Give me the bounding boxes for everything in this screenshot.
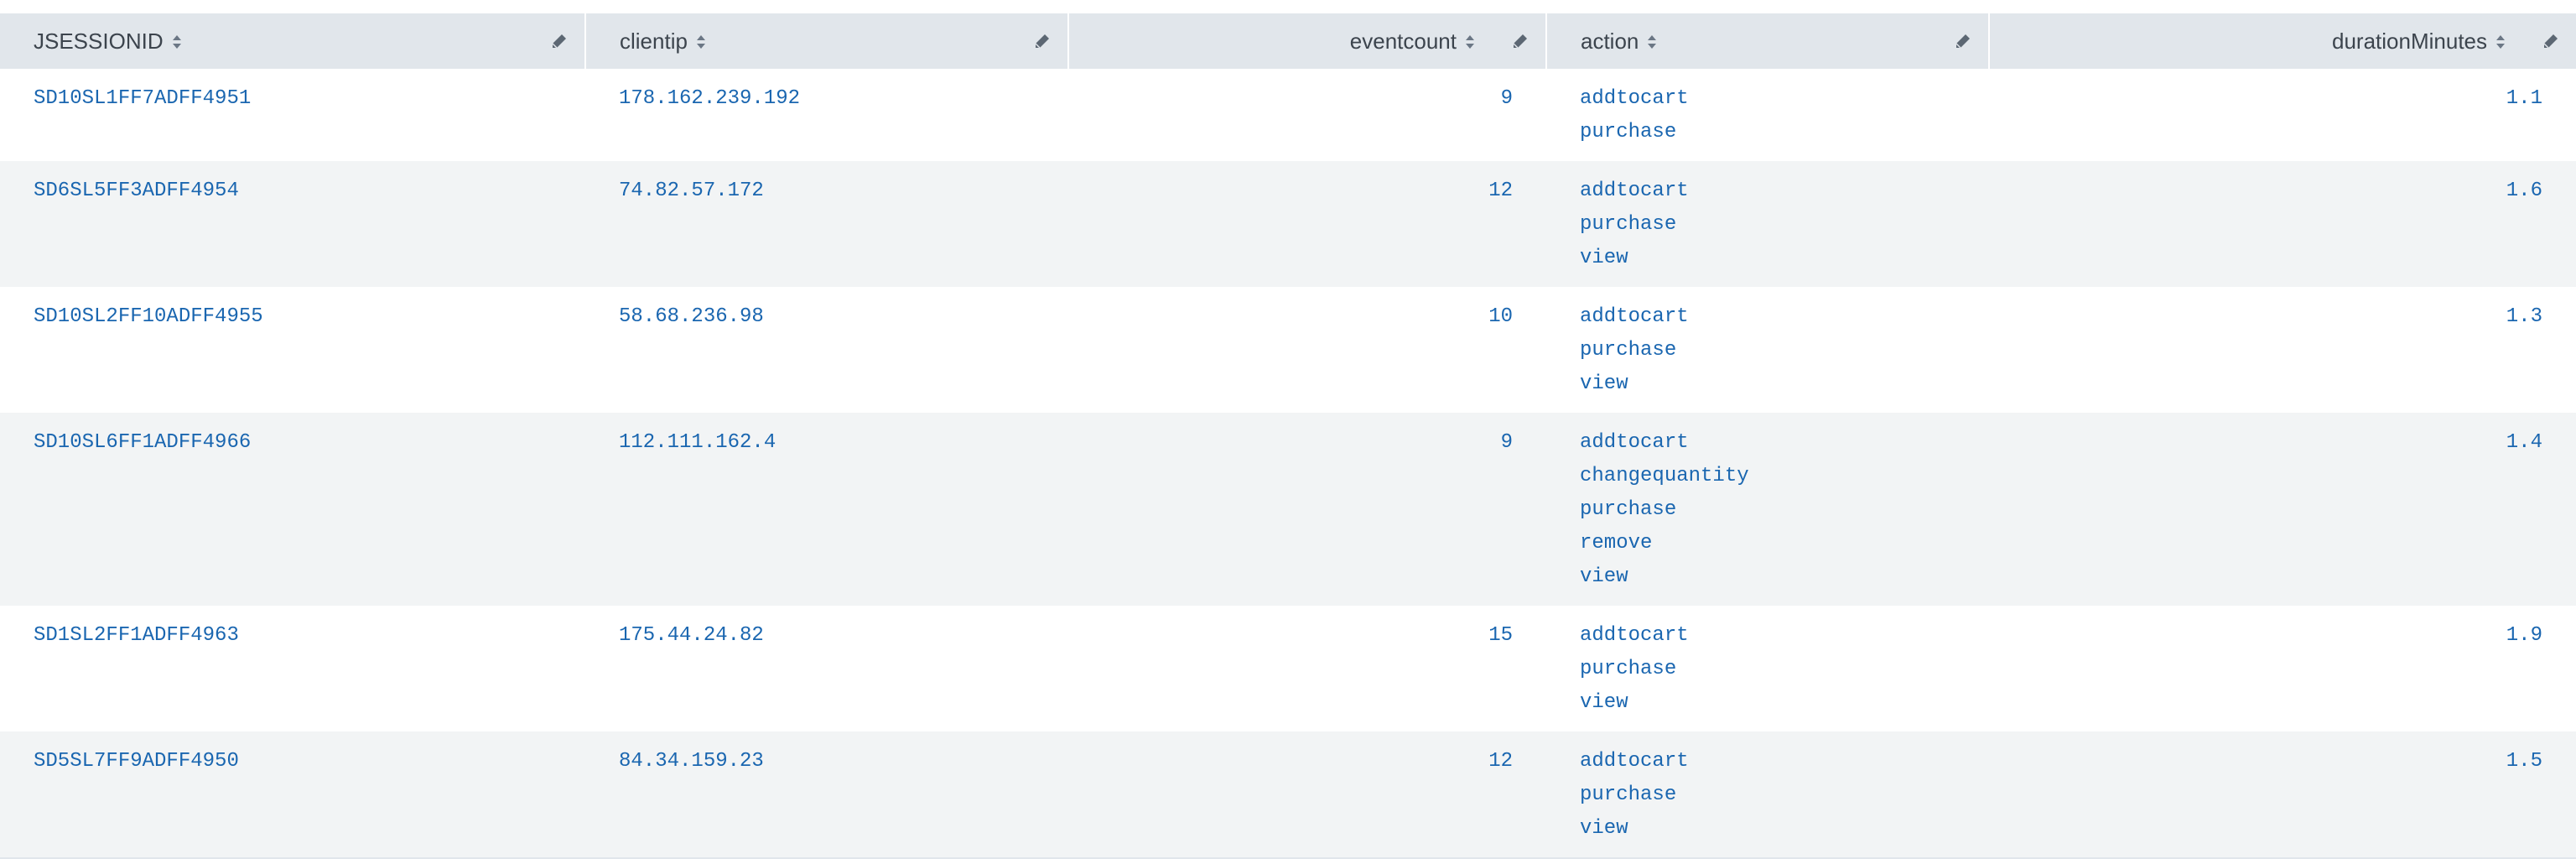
cell-eventcount[interactable]: 9 bbox=[1068, 413, 1546, 606]
pencil-edit-icon[interactable] bbox=[1510, 31, 1530, 51]
action-value[interactable]: addtocart bbox=[1580, 619, 1971, 653]
pencil-edit-icon[interactable] bbox=[1032, 31, 1052, 51]
cell-action[interactable]: addtocart purchase view bbox=[1546, 731, 1989, 858]
cell-clientip[interactable]: 58.68.236.98 bbox=[585, 287, 1068, 413]
sort-icon[interactable] bbox=[696, 34, 706, 50]
column-header-durationminutes[interactable]: durationMinutes bbox=[1989, 13, 2576, 69]
action-value[interactable]: remove bbox=[1580, 527, 1971, 560]
action-value[interactable]: purchase bbox=[1580, 208, 1971, 242]
cell-clientip[interactable]: 74.82.57.172 bbox=[585, 161, 1068, 287]
action-value[interactable]: view bbox=[1580, 367, 1971, 401]
action-value[interactable]: purchase bbox=[1580, 653, 1971, 686]
column-header-label[interactable]: action bbox=[1581, 29, 1639, 54]
cell-jsessionid[interactable]: SD5SL7FF9ADFF4950 bbox=[0, 731, 585, 858]
pencil-edit-icon[interactable] bbox=[2541, 31, 2561, 51]
cell-eventcount[interactable]: 12 bbox=[1068, 731, 1546, 858]
column-header-label[interactable]: durationMinutes bbox=[2332, 29, 2487, 54]
cell-duration-minutes[interactable]: 1.4 bbox=[1989, 413, 2576, 606]
cell-action[interactable]: addtocart purchase view bbox=[1546, 606, 1989, 731]
action-value[interactable]: view bbox=[1580, 560, 1971, 594]
results-table: JSESSIONID clientip eventcount action durati… bbox=[0, 13, 2576, 859]
cell-duration-minutes[interactable]: 1.5 bbox=[1989, 731, 2576, 858]
action-value[interactable]: view bbox=[1580, 812, 1971, 846]
cell-clientip[interactable]: 84.34.159.23 bbox=[585, 731, 1068, 858]
pencil-edit-icon[interactable] bbox=[549, 31, 569, 51]
action-value[interactable]: purchase bbox=[1580, 116, 1971, 149]
cell-jsessionid[interactable]: SD10SL1FF7ADFF4951 bbox=[0, 69, 585, 161]
action-value[interactable]: addtocart bbox=[1580, 426, 1971, 460]
table-header: JSESSIONID clientip eventcount action durati… bbox=[0, 13, 2576, 69]
table-row: SD1SL2FF1ADFF4963 175.44.24.82 15 addtocart… bbox=[0, 606, 2576, 731]
table-row: SD6SL5FF3ADFF4954 74.82.57.172 12 addtocart… bbox=[0, 161, 2576, 287]
sort-icon[interactable] bbox=[172, 34, 182, 50]
cell-eventcount[interactable]: 15 bbox=[1068, 606, 1546, 731]
column-header-label[interactable]: JSESSIONID bbox=[34, 29, 164, 54]
sort-icon[interactable] bbox=[1465, 34, 1475, 50]
table-row: SD10SL1FF7ADFF4951 178.162.239.192 9 addtoc… bbox=[0, 69, 2576, 161]
column-header-eventcount[interactable]: eventcount bbox=[1068, 13, 1547, 69]
cell-action[interactable]: addtocart purchase view bbox=[1546, 161, 1989, 287]
action-value[interactable]: purchase bbox=[1580, 778, 1971, 812]
cell-eventcount[interactable]: 10 bbox=[1068, 287, 1546, 413]
cell-jsessionid[interactable]: SD1SL2FF1ADFF4963 bbox=[0, 606, 585, 731]
sort-icon[interactable] bbox=[2496, 34, 2506, 50]
cell-eventcount[interactable]: 9 bbox=[1068, 69, 1546, 161]
cell-jsessionid[interactable]: SD10SL6FF1ADFF4966 bbox=[0, 413, 585, 606]
cell-clientip[interactable]: 178.162.239.192 bbox=[585, 69, 1068, 161]
pencil-edit-icon[interactable] bbox=[1953, 31, 1973, 51]
cell-duration-minutes[interactable]: 1.6 bbox=[1989, 161, 2576, 287]
cell-jsessionid[interactable]: SD10SL2FF10ADFF4955 bbox=[0, 287, 585, 413]
action-value[interactable]: addtocart bbox=[1580, 82, 1971, 116]
table-row: SD10SL6FF1ADFF4966 112.111.162.4 9 addtocar… bbox=[0, 413, 2576, 606]
action-value[interactable]: addtocart bbox=[1580, 745, 1971, 778]
table-row: SD10SL2FF10ADFF4955 58.68.236.98 10 addtoca… bbox=[0, 287, 2576, 413]
column-header-jsessionid[interactable]: JSESSIONID bbox=[0, 13, 586, 69]
cell-duration-minutes[interactable]: 1.1 bbox=[1989, 69, 2576, 161]
cell-action[interactable]: addtocart purchase view bbox=[1546, 287, 1989, 413]
action-value[interactable]: purchase bbox=[1580, 493, 1971, 527]
cell-duration-minutes[interactable]: 1.9 bbox=[1989, 606, 2576, 731]
column-header-action[interactable]: action bbox=[1546, 13, 1990, 69]
header-row: JSESSIONID clientip eventcount action durati… bbox=[0, 13, 2576, 69]
cell-jsessionid[interactable]: SD6SL5FF3ADFF4954 bbox=[0, 161, 585, 287]
sort-icon[interactable] bbox=[1647, 34, 1657, 50]
cell-eventcount[interactable]: 12 bbox=[1068, 161, 1546, 287]
column-header-label[interactable]: eventcount bbox=[1350, 29, 1457, 54]
table-row: SD5SL7FF9ADFF4950 84.34.159.23 12 addtocart… bbox=[0, 731, 2576, 858]
action-value[interactable]: purchase bbox=[1580, 334, 1971, 367]
page-top-gap bbox=[0, 0, 2576, 13]
action-value[interactable]: changequantity bbox=[1580, 460, 1971, 493]
cell-action[interactable]: addtocart changequantity purchase remove vie… bbox=[1546, 413, 1989, 606]
column-header-clientip[interactable]: clientip bbox=[585, 13, 1069, 69]
column-header-label[interactable]: clientip bbox=[620, 29, 688, 54]
action-value[interactable]: view bbox=[1580, 686, 1971, 720]
action-value[interactable]: view bbox=[1580, 242, 1971, 275]
action-value[interactable]: addtocart bbox=[1580, 174, 1971, 208]
cell-duration-minutes[interactable]: 1.3 bbox=[1989, 287, 2576, 413]
action-value[interactable]: addtocart bbox=[1580, 300, 1971, 334]
cell-clientip[interactable]: 112.111.162.4 bbox=[585, 413, 1068, 606]
table-body: SD10SL1FF7ADFF4951 178.162.239.192 9 addtoc… bbox=[0, 69, 2576, 858]
cell-clientip[interactable]: 175.44.24.82 bbox=[585, 606, 1068, 731]
cell-action[interactable]: addtocart purchase bbox=[1546, 69, 1989, 161]
